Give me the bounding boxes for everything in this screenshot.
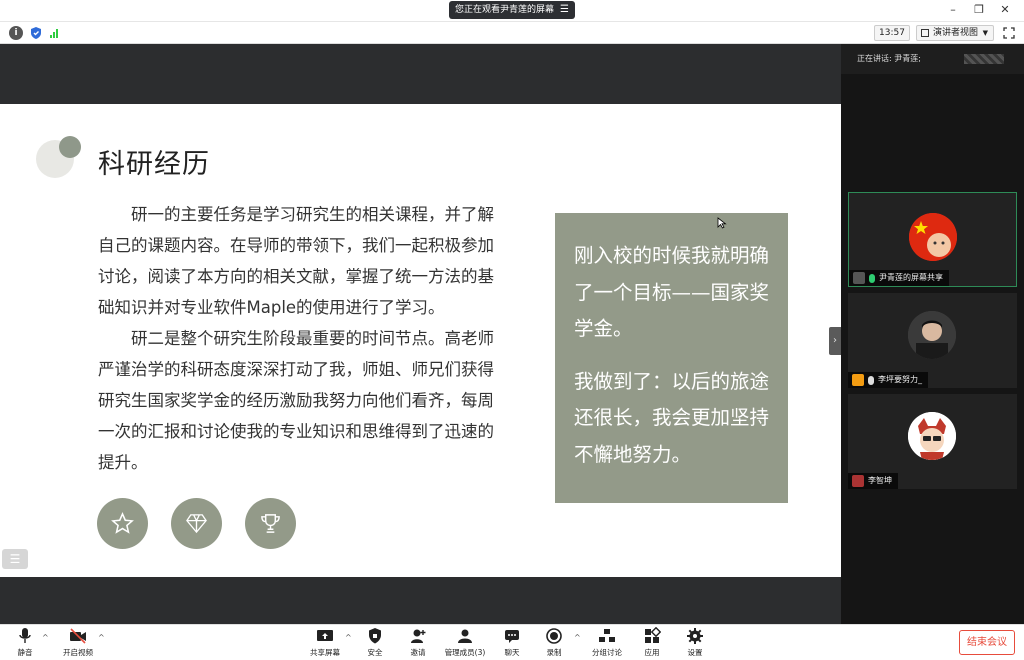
apps-label: 应用	[644, 648, 660, 657]
invite-label: 邀请	[410, 648, 426, 657]
settings-label: 设置	[687, 648, 703, 657]
info-icon[interactable]: i	[9, 26, 23, 40]
share-status-pill[interactable]: 您正在观看尹青莲的屏幕 ☰	[449, 1, 575, 19]
chevron-up-icon[interactable]: ^	[574, 633, 581, 642]
collapse-panel-handle[interactable]: ›	[829, 327, 841, 355]
diamond-icon	[171, 498, 222, 549]
trophy-icon	[245, 498, 296, 549]
participant-tile[interactable]: 尹青莲的屏幕共享	[848, 192, 1017, 287]
user-icon	[852, 374, 864, 386]
slide-title: 科研经历	[98, 149, 210, 180]
share-status-text: 您正在观看尹青莲的屏幕	[455, 5, 555, 15]
breakout-icon	[599, 629, 615, 642]
presentation-slide: 科研经历 研一的主要任务是学习研究生的相关课程，并了解自己的课题内容。在导师的带…	[0, 104, 841, 577]
quote-paragraph: 我做到了：以后的旅途还很长，我会更加坚持不懈地努力。	[574, 369, 770, 466]
share-screen-label: 共享屏幕	[310, 648, 340, 657]
video-off-icon	[70, 628, 86, 644]
participant-panel: 正在讲话: 尹青莲; 尹青莲的屏幕共享 李坪要努力_ 李智坤	[841, 44, 1024, 624]
speaking-indicator: 正在讲话: 尹青莲;	[841, 44, 1024, 74]
speaking-label: 正在讲话: 尹青莲;	[857, 54, 921, 63]
mic-icon	[19, 628, 31, 643]
breakout-label: 分组讨论	[592, 648, 622, 657]
minimize-button[interactable]: –	[940, 3, 966, 17]
chevron-up-icon[interactable]: ^	[42, 633, 49, 642]
chat-button[interactable]: 聊天	[501, 627, 523, 658]
chat-label: 聊天	[504, 648, 520, 657]
shared-screen-area: 科研经历 研一的主要任务是学习研究生的相关课程，并了解自己的课题内容。在导师的带…	[0, 44, 841, 624]
avatar	[908, 311, 956, 359]
apps-button[interactable]: 应用	[641, 627, 663, 658]
window-controls: – ❐ ✕	[940, 3, 1018, 17]
share-screen-icon	[317, 630, 333, 641]
mic-icon	[868, 375, 874, 385]
meeting-controls: 静音 ^ 开启视频 ^ 共享屏幕 ^ 安全 邀请 管理成员(3) 聊天 录制 ^…	[0, 624, 1024, 660]
chevron-up-icon[interactable]: ^	[98, 633, 105, 642]
meeting-timer: 13:57	[874, 25, 910, 41]
participant-name: 李智坤	[868, 476, 892, 485]
participant-label: 李智坤	[848, 473, 898, 489]
mute-label: 静音	[17, 648, 33, 657]
avatar	[909, 213, 957, 261]
user-icon	[852, 475, 864, 487]
screen-share-icon	[853, 272, 865, 284]
notes-icon[interactable]: ☰	[2, 549, 28, 569]
mic-icon	[869, 273, 875, 283]
menu-icon[interactable]: ☰	[560, 1, 569, 19]
view-mode-button[interactable]: 演讲者视图 ▼	[916, 25, 994, 41]
slide-body-text: 研一的主要任务是学习研究生的相关课程，并了解自己的课题内容。在导师的带领下，我们…	[98, 199, 500, 478]
quote-box: 刚入校的时候我就明确了一个目标——国家奖学金。 我做到了：以后的旅途还很长，我会…	[555, 213, 788, 503]
avatar	[908, 412, 956, 460]
start-video-label: 开启视频	[63, 648, 93, 657]
slide-paragraph: 研二是整个研究生阶段最重要的时间节点。高老师严谨治学的科研态度深深打动了我，师姐…	[98, 329, 494, 472]
chevron-down-icon: ▼	[982, 29, 988, 37]
breakout-button[interactable]: 分组讨论	[590, 627, 624, 658]
shield-icon[interactable]	[29, 26, 43, 40]
security-label: 安全	[367, 648, 383, 657]
title-bar: 您正在观看尹青莲的屏幕 ☰ – ❐ ✕	[0, 0, 1024, 22]
star-icon	[97, 498, 148, 549]
participant-name: 李坪要努力_	[878, 375, 922, 384]
decorative-circle	[59, 136, 81, 158]
members-icon	[458, 629, 472, 643]
participant-name: 尹青莲的屏幕共享	[879, 273, 943, 282]
gear-icon	[687, 628, 703, 644]
record-button[interactable]: 录制	[543, 627, 565, 658]
start-video-button[interactable]: 开启视频	[60, 627, 96, 658]
view-mode-label: 演讲者视图	[933, 28, 979, 38]
mute-button[interactable]: 静音	[12, 627, 38, 658]
share-screen-button[interactable]: 共享屏幕	[308, 627, 342, 658]
restore-button[interactable]: ❐	[966, 3, 992, 17]
security-button[interactable]: 安全	[364, 627, 386, 658]
participant-tile[interactable]: 李智坤	[848, 394, 1017, 489]
manage-members-label: 管理成员(3)	[444, 648, 486, 657]
apps-icon	[645, 627, 661, 643]
invite-button[interactable]: 邀请	[407, 627, 429, 658]
signal-icon[interactable]	[48, 26, 62, 40]
add-user-icon	[411, 629, 426, 643]
close-button[interactable]: ✕	[992, 3, 1018, 17]
record-icon	[546, 628, 562, 644]
participant-label: 李坪要努力_	[848, 372, 928, 388]
settings-button[interactable]: 设置	[684, 627, 706, 658]
meeting-toolbar: i 13:57 演讲者视图 ▼	[0, 22, 1024, 44]
manage-members-button[interactable]: 管理成员(3)	[444, 627, 486, 658]
chat-icon	[505, 630, 519, 643]
participant-label: 尹青莲的屏幕共享	[849, 270, 949, 286]
end-meeting-button[interactable]: 结束会议	[959, 630, 1015, 655]
cursor-icon	[717, 217, 727, 229]
participant-tile[interactable]: 李坪要努力_	[848, 293, 1017, 388]
chevron-up-icon[interactable]: ^	[345, 633, 352, 642]
fullscreen-icon[interactable]	[1003, 27, 1015, 39]
slide-paragraph: 研一的主要任务是学习研究生的相关课程，并了解自己的课题内容。在导师的带领下，我们…	[98, 205, 494, 317]
grid-icon	[921, 29, 929, 37]
quote-paragraph: 刚入校的时候我就明确了一个目标——国家奖学金。	[574, 244, 770, 340]
record-label: 录制	[546, 648, 562, 657]
blurred-name	[964, 54, 1004, 64]
shield-icon	[369, 628, 381, 644]
